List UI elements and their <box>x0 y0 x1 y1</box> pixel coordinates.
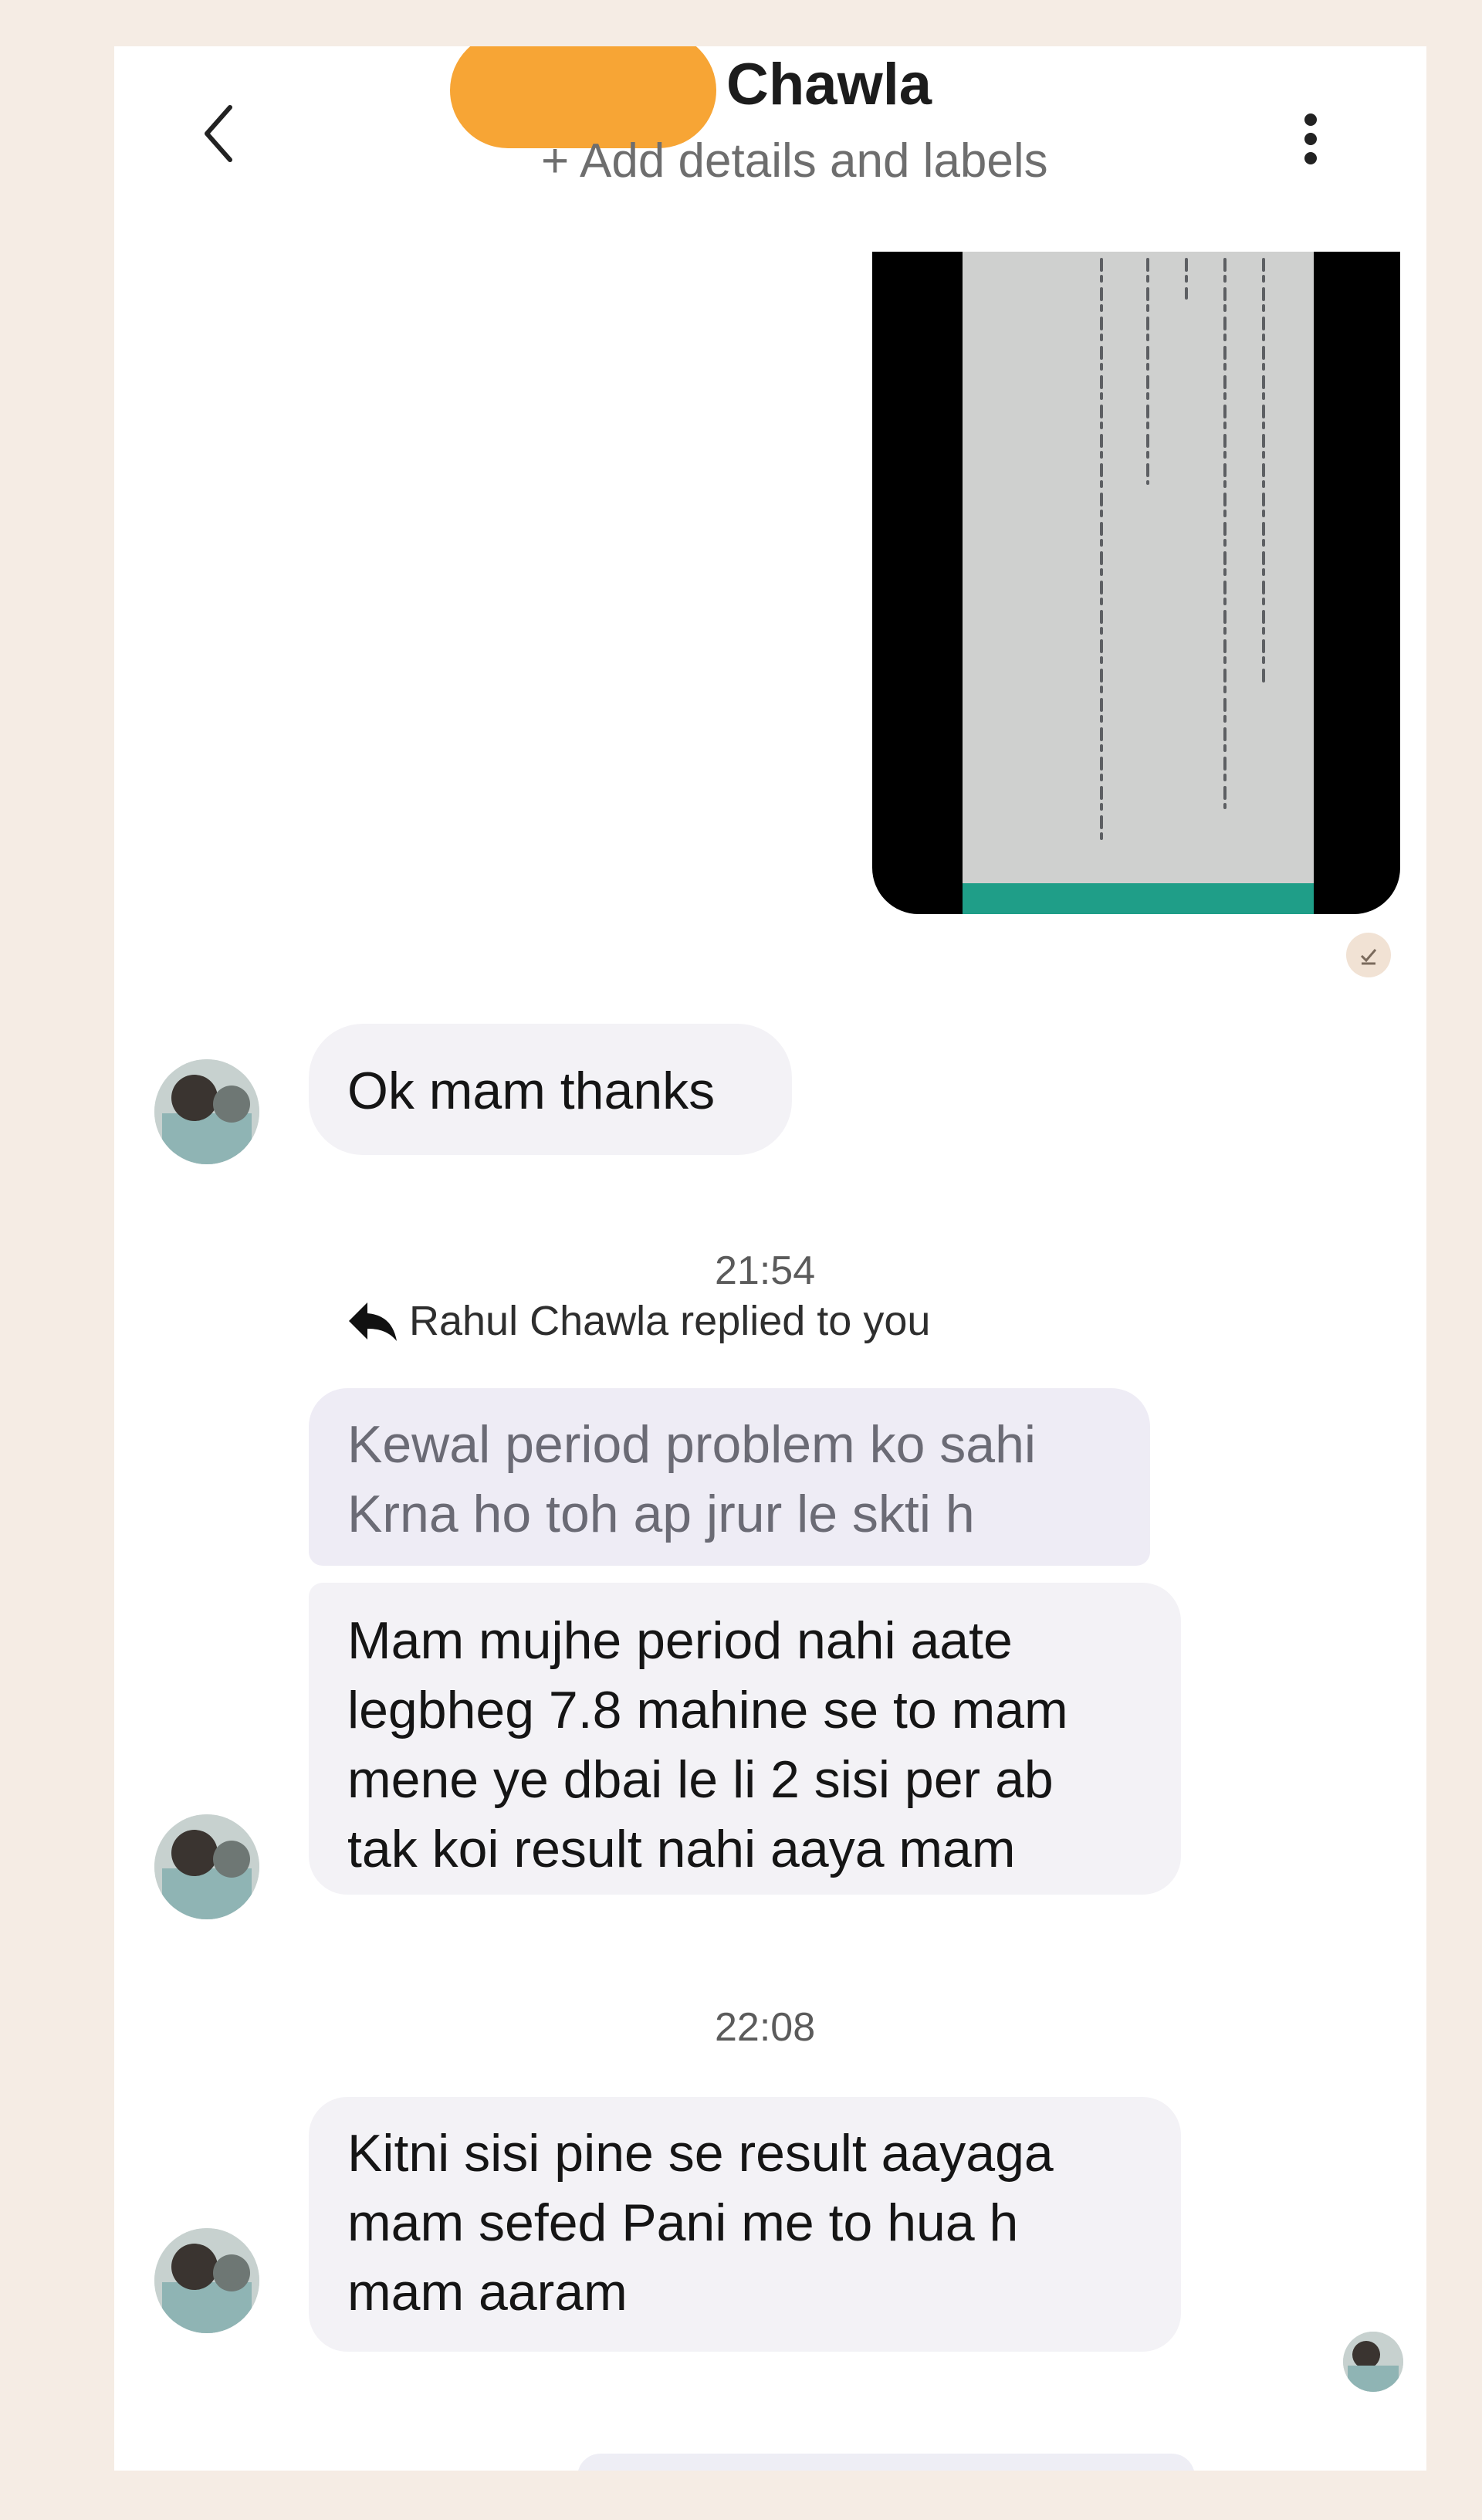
read-receipt-avatar <box>1343 2332 1403 2392</box>
add-details-link[interactable]: + Add details and labels <box>541 137 1048 185</box>
chat-window: Chawla + Add details and labels Ok mam t… <box>114 46 1426 2471</box>
quoted-message[interactable]: Kewal period problem ko sahi Krna ho toh… <box>309 1388 1150 1566</box>
seen-avatar-icon <box>1346 933 1391 977</box>
message-line-2: mam sefed Pani me to hua h <box>347 2193 1019 2252</box>
message-line-4: tak koi result nahi aaya mam <box>347 1820 1016 1878</box>
reply-indicator-text: Rahul Chawla replied to you <box>409 1298 931 1344</box>
contact-avatar[interactable] <box>154 1814 259 1919</box>
next-message-partial <box>577 2454 1195 2471</box>
contact-name[interactable]: Chawla <box>726 56 932 114</box>
timestamp: 22:08 <box>715 2005 816 2050</box>
document-photo <box>963 252 1314 914</box>
redaction-mark <box>450 46 716 148</box>
message-line-1: Mam mujhe period nahi aate <box>347 1611 1013 1670</box>
back-button[interactable] <box>191 91 245 176</box>
sent-image-message[interactable] <box>872 252 1400 914</box>
contact-avatar[interactable] <box>154 2228 259 2333</box>
reply-arrow-icon <box>349 1302 397 1341</box>
message-line-3: mam aaram <box>347 2263 628 2322</box>
message-line-2: legbheg 7.8 mahine se to mam <box>347 1681 1068 1739</box>
message-line-1: Kitni sisi pine se result aayaga <box>347 2124 1054 2183</box>
photo-teal-strip <box>963 883 1314 914</box>
message-line-3: mene ye dbai le li 2 sisi per ab <box>347 1750 1054 1809</box>
received-message[interactable]: Mam mujhe period nahi aate legbheg 7.8 m… <box>309 1583 1181 1895</box>
quoted-line-1: Kewal period problem ko sahi <box>347 1415 1037 1474</box>
more-vertical-icon <box>1304 113 1317 164</box>
chevron-left-icon <box>205 105 232 162</box>
received-message[interactable]: Kitni sisi pine se result aayaga mam sef… <box>309 2097 1181 2352</box>
received-message[interactable]: Ok mam thanks <box>309 1024 792 1155</box>
contact-avatar[interactable] <box>154 1059 259 1164</box>
reply-indicator: Rahul Chawla replied to you <box>347 1297 930 1345</box>
timestamp: 21:54 <box>715 1248 816 1293</box>
message-text: Ok mam thanks <box>347 1062 716 1120</box>
quoted-line-2: Krna ho toh ap jrur le skti h <box>347 1485 975 1543</box>
more-options-button[interactable] <box>1287 100 1334 178</box>
handwritten-lines <box>1100 258 1265 840</box>
